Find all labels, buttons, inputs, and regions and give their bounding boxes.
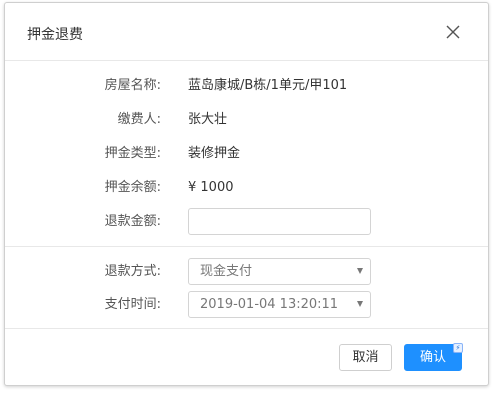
chevron-down-icon bbox=[357, 301, 363, 307]
payer-row: 缴费人: 张大壮 bbox=[5, 105, 488, 135]
balance-row: 押金余额: ¥ 1000 bbox=[5, 173, 488, 203]
deposit-type-label: 押金类型: bbox=[104, 146, 161, 161]
confirm-label: 确认 bbox=[419, 350, 446, 365]
chevron-down-icon bbox=[357, 268, 363, 274]
deposit-type-value: 装修押金 bbox=[188, 146, 241, 161]
pay-time-row: 支付时间: 2019-01-04 13:20:11 bbox=[5, 290, 488, 320]
refund-amount-row: 退款金额: bbox=[5, 207, 488, 237]
deposit-type-row: 押金类型: 装修押金 bbox=[5, 139, 488, 169]
dialog-header: 押金退费 bbox=[5, 3, 488, 61]
refund-method-label: 退款方式: bbox=[104, 264, 161, 279]
payer-value: 张大壮 bbox=[188, 112, 228, 127]
section-divider bbox=[5, 246, 488, 247]
house-row: 房屋名称: 蓝岛康城/B栋/1单元/甲101 bbox=[5, 71, 488, 101]
balance-label: 押金余额: bbox=[104, 180, 161, 195]
deposit-refund-dialog: 押金退费 房屋名称: 蓝岛康城/B栋/1单元/甲101 缴费人: 张大壮 押金类… bbox=[4, 2, 489, 386]
refund-amount-input[interactable] bbox=[188, 208, 371, 235]
pay-time-select[interactable]: 2019-01-04 13:20:11 bbox=[188, 291, 371, 318]
close-icon[interactable] bbox=[444, 23, 462, 41]
refund-method-selected: 现金支付 bbox=[200, 264, 253, 279]
house-value: 蓝岛康城/B栋/1单元/甲101 bbox=[188, 78, 348, 93]
pay-time-selected: 2019-01-04 13:20:11 bbox=[200, 297, 339, 312]
balance-value: ¥ 1000 bbox=[188, 180, 234, 195]
payer-label: 缴费人: bbox=[117, 112, 161, 127]
dialog-title: 押金退费 bbox=[27, 27, 83, 43]
refund-method-row: 退款方式: 现金支付 bbox=[5, 257, 488, 287]
footer-divider bbox=[5, 328, 488, 329]
cancel-button[interactable]: 取消 bbox=[339, 344, 392, 371]
refund-amount-label: 退款金额: bbox=[104, 214, 161, 229]
house-label: 房屋名称: bbox=[104, 78, 161, 93]
lightning-badge-icon: ⚡ bbox=[453, 343, 463, 353]
pay-time-label: 支付时间: bbox=[104, 297, 161, 312]
confirm-button[interactable]: 确认 ⚡ bbox=[404, 343, 463, 371]
refund-method-select[interactable]: 现金支付 bbox=[188, 258, 371, 285]
